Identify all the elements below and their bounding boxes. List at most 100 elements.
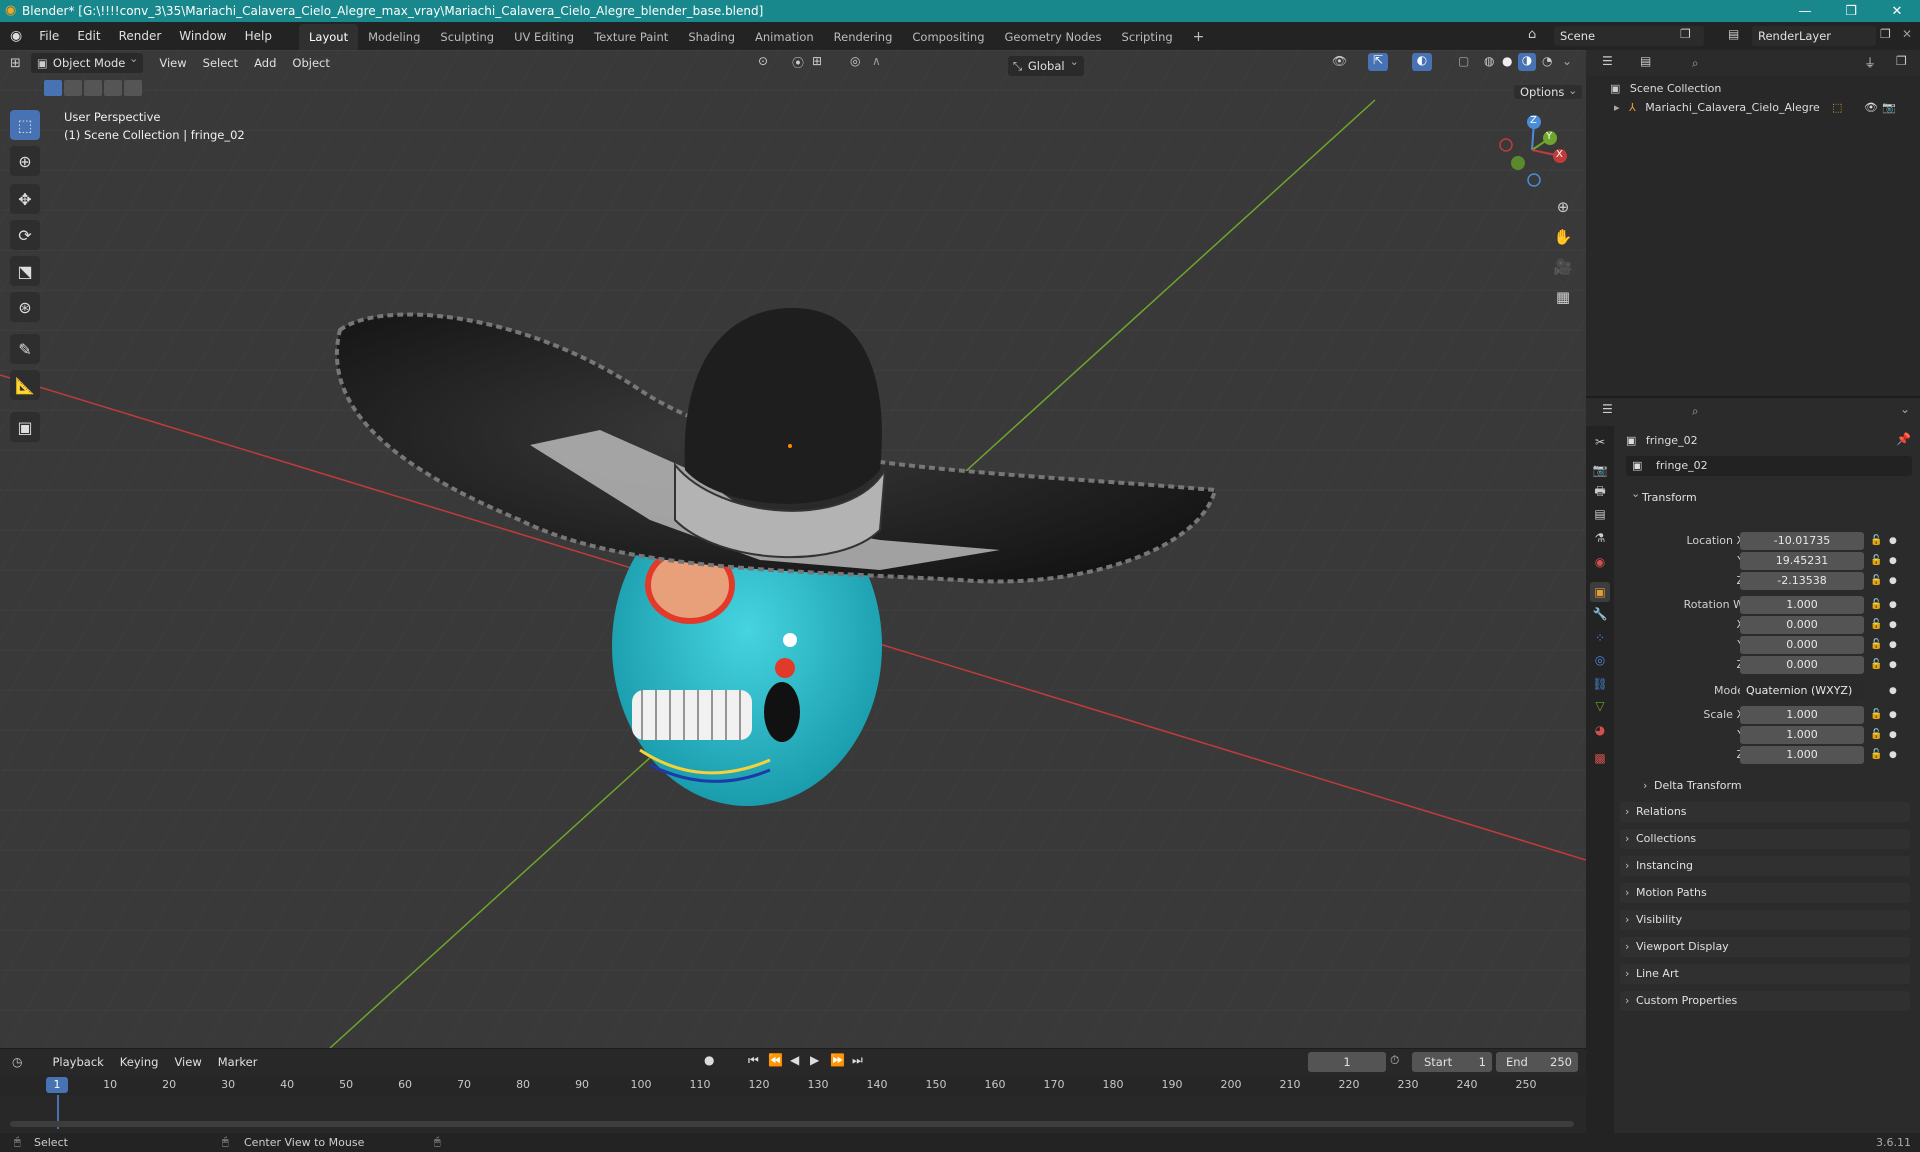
lock-icon[interactable]: 🔓 [1870,706,1882,724]
modifier-tab-icon[interactable]: 🔧 [1590,604,1610,624]
keyframe-dot-icon[interactable]: ● [1889,746,1897,764]
menu-edit[interactable]: Edit [68,22,109,50]
tab-geometry-nodes[interactable]: Geometry Nodes [995,24,1112,50]
remove-view-layer-icon[interactable]: ✕ [1902,27,1912,41]
cursor-tool[interactable]: ⊕ [10,146,40,176]
rotation-y-field[interactable]: 0.000 [1740,636,1864,654]
wireframe-shading-icon[interactable]: ◍ [1484,54,1494,68]
overlay-toggle-icon[interactable]: ◐ [1412,53,1432,71]
xray-toggle-icon[interactable]: ▢ [1458,54,1469,68]
play-reverse-icon[interactable]: ◀ [790,1053,799,1067]
outliner-search-input[interactable]: ⌕ [1686,53,1796,73]
current-frame-marker[interactable]: 1 [46,1077,68,1093]
use-preview-range-icon[interactable]: ⏱ [1390,1053,1399,1068]
mode-dropdown[interactable]: ▣ Object Mode [30,50,144,73]
measure-tool[interactable]: 📐 [10,370,40,400]
keyframe-dot-icon[interactable]: ● [1889,682,1897,700]
hide-eye-icon[interactable]: 👁 [1864,98,1878,118]
object-tab-icon[interactable]: ▣ [1590,582,1610,602]
play-icon[interactable]: ▶ [810,1053,819,1067]
keyframe-dot-icon[interactable]: ● [1889,596,1897,614]
tab-uv-editing[interactable]: UV Editing [504,24,584,50]
prev-keyframe-icon[interactable]: ⏪ [768,1053,783,1067]
viewport-menu-view[interactable]: View [151,52,194,74]
rotation-x-field[interactable]: 0.000 [1740,616,1864,634]
lock-icon[interactable]: 🔓 [1870,532,1882,550]
rotation-mode-dropdown[interactable]: Quaternion (WXYZ) [1740,682,1864,700]
view-layer-tab-icon[interactable]: ▤ [1590,504,1610,524]
properties-search-input[interactable]: ⌕ [1686,401,1830,421]
menu-render[interactable]: Render [110,22,171,50]
tab-texture-paint[interactable]: Texture Paint [584,24,678,50]
tab-modeling[interactable]: Modeling [358,24,430,50]
timeline-scrollbar[interactable] [10,1121,1574,1127]
timeline-menu-marker[interactable]: Marker [210,1051,266,1073]
location-x-field[interactable]: -10.01735 [1740,532,1864,550]
keyframe-dot-icon[interactable]: ● [1889,656,1897,674]
transform-panel-header[interactable]: Transform [1626,484,1916,508]
transform-tool[interactable]: ⊛ [10,292,40,322]
lock-icon[interactable]: 🔓 [1870,552,1882,570]
custom-properties-panel[interactable]: Custom Properties [1620,991,1910,1011]
solid-shading-icon[interactable]: ● [1502,54,1512,68]
current-frame-field[interactable]: 1 [1308,1052,1386,1072]
line-art-panel[interactable]: Line Art [1620,964,1910,984]
lock-icon[interactable]: 🔓 [1870,636,1882,654]
rotation-z-field[interactable]: 0.000 [1740,656,1864,674]
new-view-layer-icon[interactable]: ❐ [1880,27,1891,41]
keyframe-dot-icon[interactable]: ● [1889,706,1897,724]
lock-icon[interactable]: 🔓 [1870,572,1882,590]
motion-paths-panel[interactable]: Motion Paths [1620,883,1910,903]
output-tab-icon[interactable]: 🖶 [1590,482,1610,502]
zoom-icon[interactable]: ⊕ [1550,194,1576,220]
rendered-shading-icon[interactable]: ◔ [1542,54,1552,68]
select-extend-icon[interactable] [64,80,82,96]
rotate-tool[interactable]: ⟳ [10,220,40,250]
start-frame-field[interactable]: Start 1 [1412,1052,1492,1072]
lock-icon[interactable]: 🔓 [1870,596,1882,614]
timeline-menu-view[interactable]: View [166,1051,209,1073]
select-box-tool[interactable]: ⬚ [10,110,40,140]
blender-menu-icon[interactable]: ◉ [0,28,30,44]
timeline-editor-icon[interactable]: ◷ [0,1055,28,1069]
tab-compositing[interactable]: Compositing [902,24,994,50]
add-cube-tool[interactable]: ▣ [10,412,40,442]
world-tab-icon[interactable]: ◉ [1590,552,1610,572]
viewport-menu-object[interactable]: Object [284,52,337,74]
tab-sculpting[interactable]: Sculpting [430,24,504,50]
data-tab-icon[interactable]: ▽ [1590,696,1610,716]
scene-tab-icon[interactable]: ⚗ [1590,528,1610,548]
relations-panel[interactable]: Relations [1620,802,1910,822]
material-tab-icon[interactable]: ◕ [1590,720,1610,740]
timeline-ruler[interactable]: 1 10 20 30 40 50 60 70 80 90 100 110 120 130 140 150 160… [0,1075,1586,1095]
jump-start-icon[interactable]: ⏮ [748,1053,759,1068]
menu-window[interactable]: Window [170,22,235,50]
location-y-field[interactable]: 19.45231 [1740,552,1864,570]
instancing-panel[interactable]: Instancing [1620,856,1910,876]
new-collection-icon[interactable]: ❐ [1896,54,1907,68]
menu-help[interactable]: Help [236,22,281,50]
select-new-icon[interactable] [44,80,62,96]
viewport-menu-select[interactable]: Select [195,52,246,74]
orientation-dropdown[interactable]: ⤡ Global [1007,52,1084,76]
select-intersect-icon[interactable] [124,80,142,96]
select-invert-icon[interactable] [104,80,122,96]
next-keyframe-icon[interactable]: ⏩ [830,1053,845,1067]
minimize-button[interactable]: — [1782,0,1828,22]
scale-x-field[interactable]: 1.000 [1740,706,1864,724]
outliner-root-row[interactable]: ▣ Scene Collection [1610,80,1721,98]
visibility-selectability-icon[interactable]: 👁 [1332,54,1347,68]
jump-end-icon[interactable]: ⏭ [852,1053,863,1068]
maximize-button[interactable]: ❐ [1828,0,1874,22]
object-datablock-field[interactable]: ▣ fringe_02 [1626,456,1912,476]
navigation-gizmo[interactable]: Z Y X [1494,112,1570,188]
new-scene-icon[interactable]: ❐ [1680,27,1691,41]
falloff-icon[interactable]: ∧ [872,54,881,68]
tab-layout[interactable]: Layout [298,24,359,50]
add-workspace-button[interactable]: + [1183,24,1215,50]
filter-icon[interactable]: ⏚ [1864,54,1876,71]
menu-file[interactable]: File [30,22,68,50]
render-tab-icon[interactable]: 📷 [1590,460,1610,480]
pin-icon[interactable]: 📌 [1896,432,1911,446]
shading-options-icon[interactable]: ⌄ [1562,54,1572,68]
